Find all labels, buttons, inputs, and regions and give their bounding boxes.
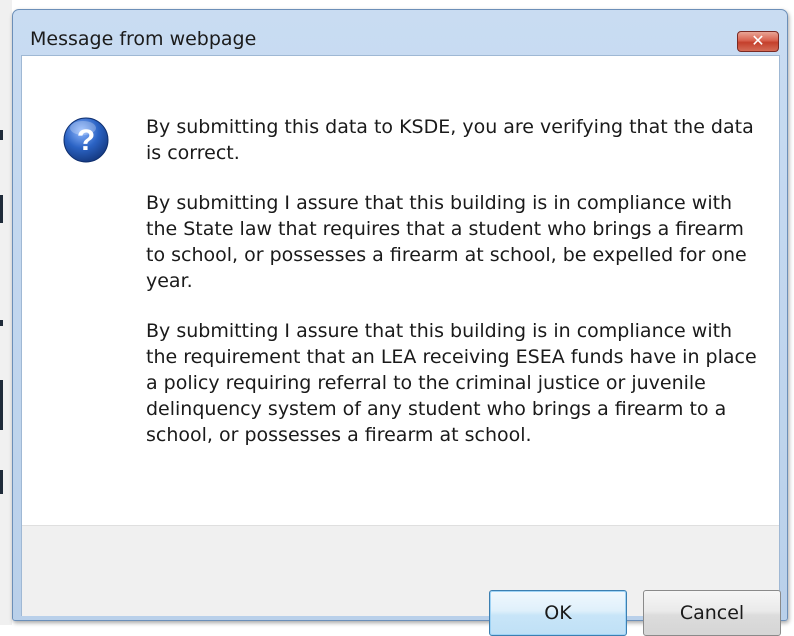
dialog-title: Message from webpage	[30, 28, 257, 50]
message-text: By submitting this data to KSDE, you are…	[146, 114, 766, 472]
dialog-body: ? By submitting this data to KSDE, you a…	[21, 55, 781, 636]
close-icon: ✕	[751, 31, 765, 50]
message-area: ? By submitting this data to KSDE, you a…	[22, 56, 779, 525]
cancel-button[interactable]: Cancel	[643, 590, 781, 636]
svg-text:?: ?	[77, 124, 95, 157]
question-icon: ?	[63, 117, 109, 163]
dialog-button-bar: OK Cancel	[22, 525, 781, 636]
message-paragraph-esea-requirement: By submitting I assure that this buildin…	[146, 320, 757, 446]
message-paragraph-state-law: By submitting I assure that this buildin…	[146, 192, 747, 292]
message-paragraph-verification: By submitting this data to KSDE, you are…	[146, 116, 754, 164]
message-dialog: Message from webpage ✕ ? By submitting t…	[12, 9, 788, 636]
background-window-edge	[0, 0, 12, 625]
ok-button[interactable]: OK	[489, 590, 627, 636]
close-button[interactable]: ✕	[737, 31, 779, 52]
dialog-title-bar[interactable]: Message from webpage ✕	[13, 10, 787, 54]
